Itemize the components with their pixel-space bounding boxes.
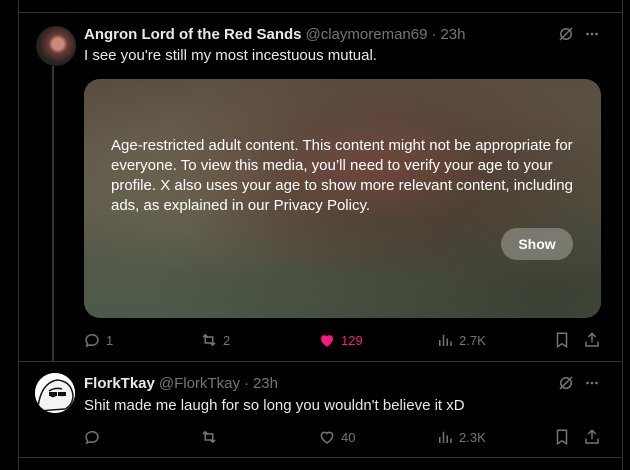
- bookmark-icon[interactable]: [552, 330, 572, 350]
- like-icon: [321, 335, 333, 347]
- views-icon: [439, 334, 452, 346]
- reply-icon: [85, 334, 99, 348]
- view-count: 2.3K: [459, 429, 486, 445]
- avatar[interactable]: [35, 373, 75, 413]
- share-icon[interactable]: [582, 427, 602, 447]
- views-button[interactable]: 2.3K: [436, 427, 486, 447]
- separator: ·: [243, 374, 249, 392]
- repost-icon: [202, 430, 216, 444]
- more-icon[interactable]: [582, 373, 602, 393]
- share-icon[interactable]: [582, 330, 602, 350]
- reply-button[interactable]: [83, 427, 106, 447]
- age-restriction-notice: Age-restricted adult content. This conte…: [111, 137, 573, 214]
- reply-icon: [85, 431, 99, 445]
- like-button[interactable]: 129: [318, 330, 363, 350]
- timestamp[interactable]: 23h: [253, 375, 278, 392]
- divider: [18, 12, 622, 13]
- reply-button[interactable]: 1: [83, 330, 113, 350]
- show-media-button[interactable]: Show: [501, 228, 573, 260]
- tweet-header: Angron Lord of the Red Sands @claymorema…: [84, 24, 465, 44]
- bookmark-icon[interactable]: [552, 427, 572, 447]
- age-restricted-media[interactable]: Age-restricted adult content. This conte…: [84, 79, 601, 318]
- display-name[interactable]: Angron Lord of the Red Sands: [84, 26, 302, 43]
- like-icon: [320, 431, 334, 444]
- separator: ·: [431, 25, 437, 43]
- view-count: 2.7K: [459, 332, 486, 348]
- timestamp[interactable]: 23h: [440, 26, 465, 43]
- grok-icon[interactable]: [556, 24, 576, 44]
- views-icon: [439, 431, 452, 443]
- reply-count: 1: [106, 332, 114, 348]
- grok-icon[interactable]: [556, 373, 576, 393]
- handle[interactable]: @FlorkTkay: [159, 375, 240, 392]
- repost-button[interactable]: [200, 427, 223, 447]
- repost-button[interactable]: 2: [200, 330, 230, 350]
- divider: [18, 457, 622, 458]
- display-name[interactable]: FlorkTkay: [84, 375, 155, 392]
- avatar[interactable]: [36, 26, 76, 66]
- tweet-text: Shit made me laugh for so long you would…: [84, 397, 465, 414]
- divider: [18, 361, 622, 362]
- thread-line: [52, 66, 54, 362]
- more-icon[interactable]: [582, 24, 602, 44]
- tweet-text: I see you're still my most incestuous mu…: [84, 47, 377, 64]
- like-count: 40: [341, 429, 356, 445]
- views-button[interactable]: 2.7K: [436, 330, 486, 350]
- handle[interactable]: @claymoreman69: [306, 26, 428, 43]
- like-button[interactable]: 40: [318, 427, 355, 447]
- tweet-header: FlorkTkay @FlorkTkay · 23h: [84, 373, 278, 393]
- repost-icon: [202, 333, 216, 347]
- repost-count: 2: [223, 332, 231, 348]
- like-count: 129: [341, 332, 363, 348]
